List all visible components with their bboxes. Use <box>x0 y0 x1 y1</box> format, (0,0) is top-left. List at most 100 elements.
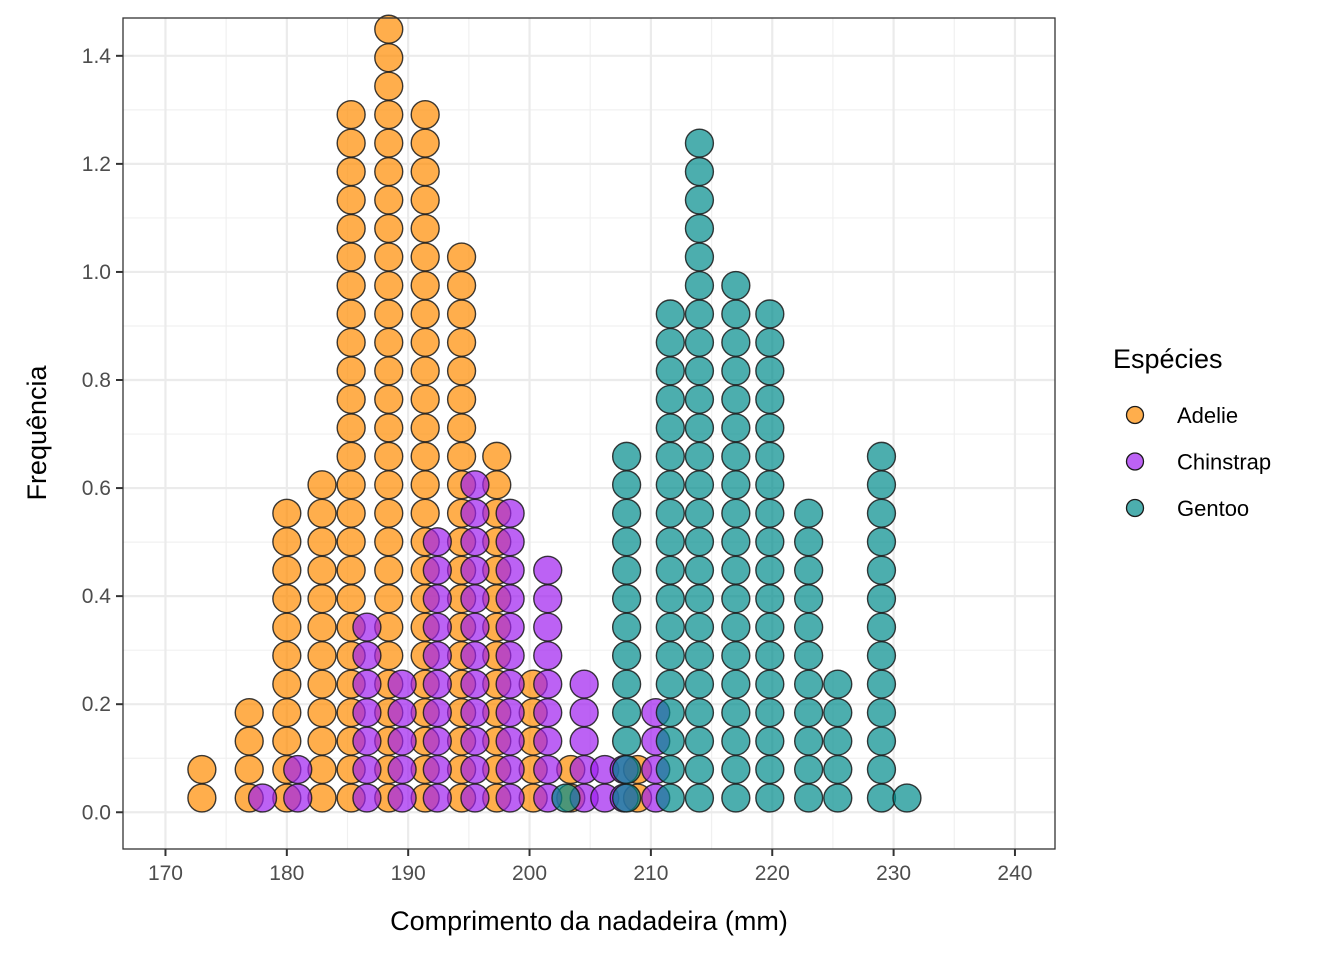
dot-adelie <box>272 584 302 614</box>
dot-gentoo <box>684 327 715 358</box>
dot-gentoo <box>611 640 642 671</box>
dot-adelie <box>374 242 404 272</box>
dot-adelie <box>374 327 404 358</box>
dot-gentoo <box>684 527 715 557</box>
dot-gentoo <box>721 356 751 386</box>
dot-gentoo <box>755 584 785 614</box>
dot-adelie <box>410 242 440 272</box>
dot-gentoo <box>684 669 715 699</box>
dot-chinstrap <box>422 754 452 785</box>
dot-gentoo <box>684 185 715 215</box>
dot-chinstrap <box>387 783 417 813</box>
x-tick-label: 230 <box>876 862 911 885</box>
dot-adelie <box>307 555 337 585</box>
dot-chinstrap <box>460 527 490 557</box>
dot-gentoo <box>793 754 824 785</box>
dot-gentoo <box>611 726 642 756</box>
dot-adelie <box>336 242 366 272</box>
dot-adelie <box>307 584 337 614</box>
dot-adelie <box>374 270 404 301</box>
dot-gentoo <box>684 498 715 528</box>
dot-chinstrap <box>352 754 382 785</box>
dot-gentoo <box>866 726 897 756</box>
dot-adelie <box>307 612 337 642</box>
dot-adelie <box>374 527 404 557</box>
dot-gentoo <box>755 413 785 443</box>
dot-gentoo <box>684 470 715 500</box>
dot-gentoo <box>655 356 685 386</box>
dot-chinstrap <box>569 697 599 728</box>
dot-adelie <box>410 384 440 415</box>
y-tick-label: 0.0 <box>82 801 111 824</box>
dot-gentoo <box>684 299 715 329</box>
dot-gentoo <box>655 726 685 756</box>
dot-gentoo <box>655 669 685 699</box>
dot-chinstrap <box>533 754 563 785</box>
x-tick-label: 240 <box>997 862 1032 885</box>
dot-chinstrap <box>460 669 490 699</box>
dot-gentoo <box>684 356 715 386</box>
dot-chinstrap <box>352 640 382 671</box>
dot-adelie <box>307 470 337 500</box>
dot-gentoo <box>866 612 897 642</box>
dot-gentoo <box>721 726 751 756</box>
dot-adelie <box>336 156 366 187</box>
dot-gentoo <box>721 413 751 443</box>
dot-chinstrap <box>495 584 525 614</box>
dot-chinstrap <box>422 555 452 585</box>
dot-gentoo <box>655 527 685 557</box>
dot-gentoo <box>721 754 751 785</box>
dot-gentoo <box>755 555 785 585</box>
dot-gentoo <box>655 697 685 728</box>
dot-adelie <box>446 413 477 443</box>
x-tick-label: 180 <box>269 862 304 885</box>
dot-gentoo <box>823 697 853 728</box>
dot-gentoo <box>755 327 785 358</box>
legend-item-chinstrap: Chinstrap <box>1125 450 1271 475</box>
dot-adelie <box>234 726 264 756</box>
dot-gentoo <box>721 555 751 585</box>
dot-chinstrap <box>460 754 490 785</box>
dot-adelie <box>336 270 366 301</box>
dot-gentoo <box>721 584 751 614</box>
dot-chinstrap <box>283 754 313 785</box>
dot-chinstrap <box>387 697 417 728</box>
dot-adelie <box>446 441 477 471</box>
dot-adelie <box>336 327 366 358</box>
dot-chinstrap <box>495 697 525 728</box>
dot-adelie <box>336 185 366 215</box>
dot-gentoo <box>755 612 785 642</box>
dot-adelie <box>272 612 302 642</box>
dot-adelie <box>410 413 440 443</box>
dot-adelie <box>446 327 477 358</box>
dot-adelie <box>374 555 404 585</box>
x-axis-title: Comprimento da nadadeira (mm) <box>390 906 788 936</box>
dot-gentoo <box>823 726 853 756</box>
dot-adelie <box>374 99 404 130</box>
dot-chinstrap <box>422 669 452 699</box>
dot-adelie <box>272 726 302 756</box>
dot-gentoo <box>721 783 751 813</box>
dot-gentoo <box>721 270 751 301</box>
dot-adelie <box>410 327 440 358</box>
dot-chinstrap <box>495 555 525 585</box>
dot-adelie <box>410 213 440 244</box>
dot-gentoo <box>721 470 751 500</box>
dot-gentoo <box>655 640 685 671</box>
dot-chinstrap <box>352 697 382 728</box>
dot-adelie <box>307 640 337 671</box>
dot-gentoo <box>721 299 751 329</box>
dot-adelie <box>374 299 404 329</box>
dot-gentoo <box>866 498 897 528</box>
dot-chinstrap <box>422 726 452 756</box>
dot-gentoo <box>655 584 685 614</box>
y-tick-label: 1.2 <box>82 153 111 176</box>
y-axis-title: Frequência <box>22 364 52 500</box>
dot-adelie <box>272 697 302 728</box>
dot-chinstrap <box>495 754 525 785</box>
dot-gentoo <box>655 498 685 528</box>
dot-gentoo <box>755 384 785 415</box>
dot-gentoo <box>755 669 785 699</box>
dot-adelie <box>187 783 217 813</box>
dot-adelie <box>374 128 404 158</box>
